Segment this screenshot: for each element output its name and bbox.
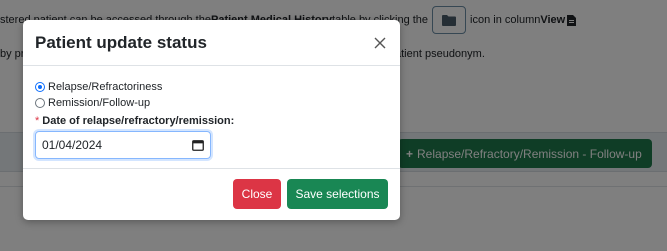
date-label-text: Date of relapse/refractory/remission: xyxy=(42,115,235,127)
option-remission[interactable]: Remission/Follow-up xyxy=(35,96,388,110)
date-value: 01/04/2024 xyxy=(42,138,103,152)
patient-update-status-modal: Patient update status Relapse/Refractori… xyxy=(23,20,400,220)
required-marker: * xyxy=(35,115,40,127)
modal-header: Patient update status xyxy=(23,20,400,66)
close-button[interactable]: Close xyxy=(233,179,281,209)
calendar-icon[interactable] xyxy=(192,139,204,151)
remission-label: Remission/Follow-up xyxy=(48,97,151,109)
modal-body: Relapse/Refractoriness Remission/Follow-… xyxy=(23,66,400,169)
modal-footer: Close Save selections xyxy=(23,169,400,219)
option-relapse[interactable]: Relapse/Refractoriness xyxy=(35,80,388,94)
relapse-radio[interactable] xyxy=(35,82,45,92)
date-input[interactable]: 01/04/2024 xyxy=(35,131,211,159)
remission-radio[interactable] xyxy=(35,98,45,108)
save-selections-button[interactable]: Save selections xyxy=(287,179,388,209)
modal-title: Patient update status xyxy=(35,32,207,52)
close-icon[interactable] xyxy=(372,35,388,51)
date-field-label: * Date of relapse/refractory/remission: xyxy=(35,114,388,128)
page: stered patient can be accessed through t… xyxy=(0,0,667,251)
relapse-label: Relapse/Refractoriness xyxy=(48,81,163,93)
